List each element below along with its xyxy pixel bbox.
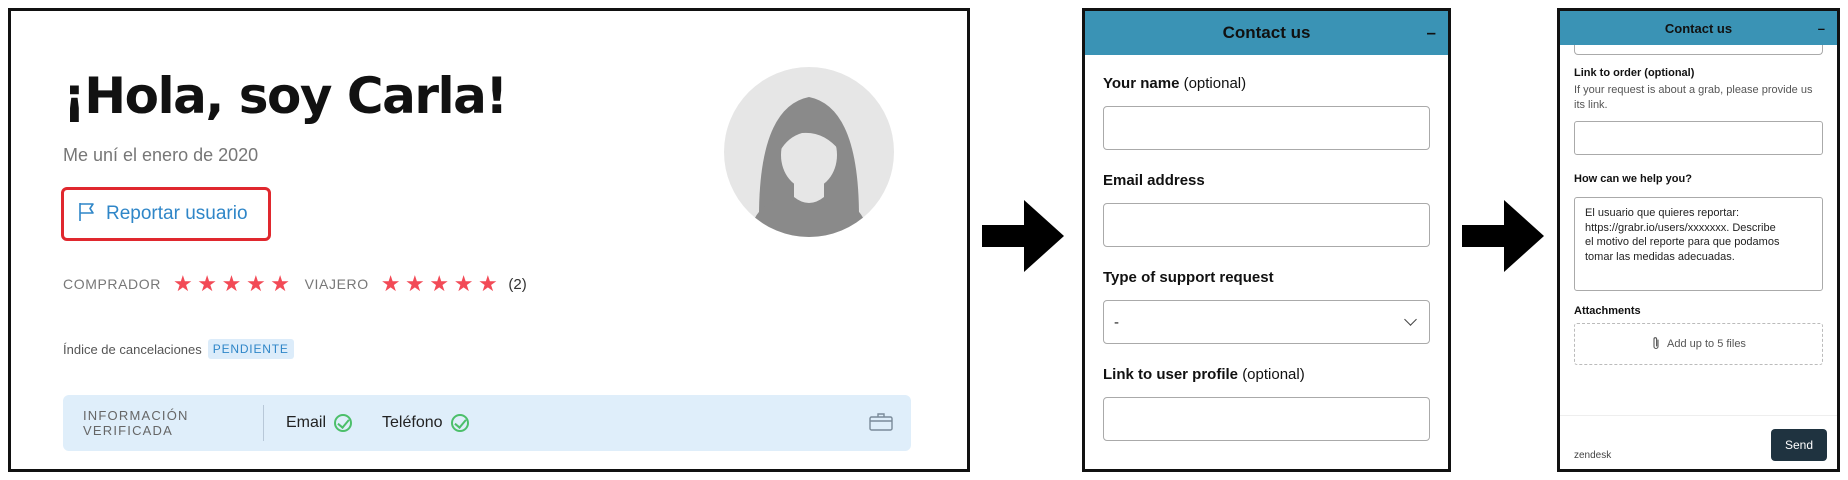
verified-info-bar: INFORMACIÓN VERIFICADA Email Teléfono <box>63 395 911 451</box>
traveler-label: VIAJERO <box>304 276 369 292</box>
form-header: Contact us – <box>1085 11 1448 55</box>
email-field-label: Email address <box>1103 172 1205 189</box>
form-title: Contact us <box>1664 20 1733 36</box>
star-icon: ★ <box>405 271 426 296</box>
verified-phone: Teléfono <box>382 414 469 432</box>
verified-phone-label: Teléfono <box>382 414 443 431</box>
traveler-stars: ★ ★ ★ ★ ★ <box>381 273 499 295</box>
star-icon: ★ <box>453 271 475 296</box>
verified-email: Email <box>286 414 353 432</box>
star-icon: ★ <box>429 271 450 296</box>
order-link-label: Link to order (optional) <box>1574 67 1695 79</box>
previous-input-edge[interactable] <box>1574 45 1823 55</box>
ratings-row: COMPRADOR ★ ★ ★ ★ ★ VIAJERO ★ ★ ★ ★ ★ (2… <box>63 273 527 295</box>
star-icon: ★ <box>478 271 499 296</box>
star-icon: ★ <box>245 271 267 296</box>
profile-link-label-text: Link to user profile <box>1103 366 1239 383</box>
name-field-label: Your name (optional) <box>1103 75 1430 92</box>
joined-date: Me uní el enero de 2020 <box>63 145 259 165</box>
report-user-label: Reportar usuario <box>106 203 248 224</box>
profile-panel: ¡Hola, soy Carla! Me uní el enero de 202… <box>8 8 970 472</box>
type-field-label: Type of support request <box>1103 269 1274 286</box>
divider <box>263 405 264 441</box>
support-type-select[interactable]: - <box>1103 300 1430 344</box>
name-label-text: Your name <box>1103 75 1180 92</box>
profile-link-field-label: Link to user profile (optional) <box>1103 366 1430 383</box>
profile-link-input[interactable] <box>1103 397 1430 441</box>
cancellation-index: Índice de cancelaciones PENDIENTE <box>63 339 294 359</box>
check-circle-icon <box>334 414 353 432</box>
optional-tag: (optional) <box>1183 75 1247 92</box>
status-badge: PENDIENTE <box>207 339 294 359</box>
verified-label: INFORMACIÓN VERIFICADA <box>83 408 189 438</box>
flag-icon <box>78 202 96 227</box>
star-icon: ★ <box>270 271 291 296</box>
minimize-button[interactable]: – <box>1818 21 1825 36</box>
attachments-label: Attachments <box>1574 305 1641 317</box>
review-count[interactable]: (2) <box>508 276 526 293</box>
email-input[interactable] <box>1103 203 1430 247</box>
help-textarea[interactable]: El usuario que quieres reportar: https:/… <box>1574 197 1823 291</box>
buyer-label: COMPRADOR <box>63 276 161 292</box>
order-link-help: If your request is about a grab, please … <box>1574 84 1813 111</box>
help-label: How can we help you? <box>1574 173 1692 185</box>
chevron-down-icon <box>1404 313 1417 326</box>
avatar <box>724 67 894 242</box>
star-icon: ★ <box>197 271 218 296</box>
star-icon: ★ <box>221 271 242 296</box>
attachments-hint: Add up to 5 files <box>1667 338 1746 350</box>
attachments-dropzone[interactable]: Add up to 5 files <box>1574 323 1823 365</box>
contact-form-panel-scrolled: Contact us – Link to order (optional) If… <box>1557 8 1840 472</box>
form-title: Contact us <box>1222 23 1311 42</box>
star-icon: ★ <box>172 271 194 296</box>
send-button[interactable]: Send <box>1771 429 1827 461</box>
zendesk-logo[interactable]: zendesk <box>1574 450 1611 461</box>
order-link-input[interactable] <box>1574 121 1823 155</box>
support-type-value: - <box>1114 313 1119 331</box>
form-header: Contact us – <box>1560 11 1837 45</box>
check-circle-icon <box>450 414 469 432</box>
paperclip-icon <box>1651 336 1661 353</box>
report-user-button[interactable]: Reportar usuario <box>61 187 271 241</box>
minimize-button[interactable]: – <box>1427 23 1436 43</box>
star-icon: ★ <box>380 271 402 296</box>
verified-email-label: Email <box>286 414 327 431</box>
profile-title: ¡Hola, soy Carla! <box>63 67 508 125</box>
name-input[interactable] <box>1103 106 1430 150</box>
buyer-stars: ★ ★ ★ ★ ★ <box>173 273 291 295</box>
form-footer: zendesk Send <box>1560 415 1837 469</box>
contact-form-panel: Contact us – Your name (optional) Email … <box>1082 8 1451 472</box>
cancellation-label: Índice de cancelaciones <box>63 341 202 357</box>
id-card-icon <box>869 413 893 434</box>
optional-tag: (optional) <box>1242 366 1305 383</box>
